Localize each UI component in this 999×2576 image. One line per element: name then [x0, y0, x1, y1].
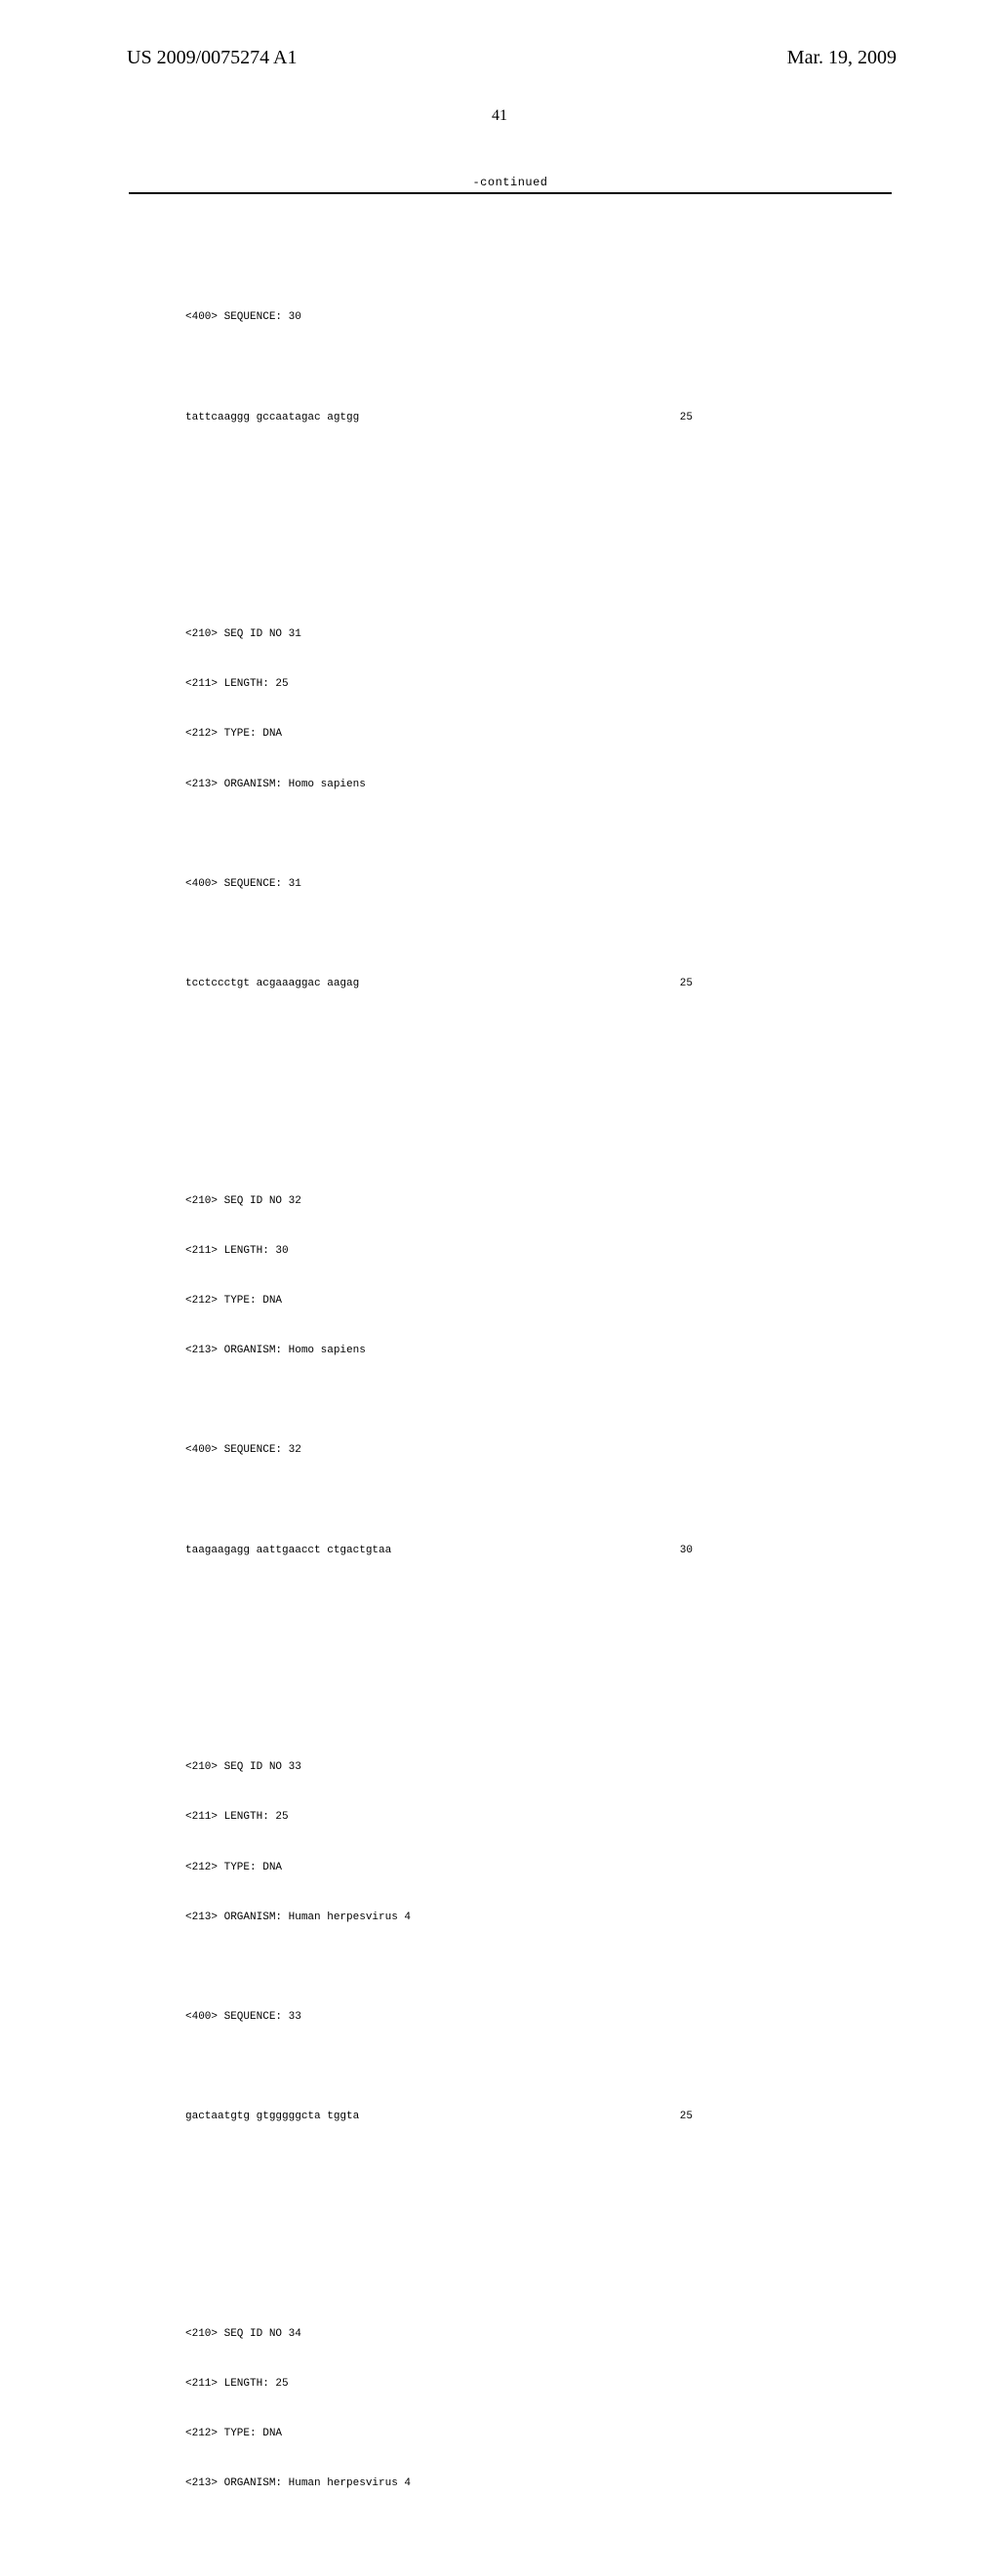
blank-line [185, 1710, 810, 1726]
sequence-block: <400> SEQUENCE: 30 tattcaaggg gccaatagac… [185, 276, 810, 460]
publication-number: US 2009/0075274 A1 [127, 47, 297, 69]
sequence-meta-line: <212> TYPE: DNA [185, 1860, 810, 1876]
publication-date: Mar. 19, 2009 [787, 47, 897, 69]
sequence-row: tattcaaggg gccaatagac agtgg 25 [185, 410, 810, 426]
sequence-text: gactaatgtg gtgggggcta tggta [185, 2109, 359, 2125]
sequence-meta-line: <212> TYPE: DNA [185, 1293, 810, 1309]
page-header: US 2009/0075274 A1 Mar. 19, 2009 [0, 47, 999, 86]
sequence-meta-line: <213> ORGANISM: Homo sapiens [185, 1343, 810, 1359]
blank-line [185, 1493, 810, 1509]
sequence-row: tcctccctgt acgaaaggac aagag 25 [185, 976, 810, 992]
sequence-header-line: <400> SEQUENCE: 34 [185, 2575, 810, 2576]
sequence-text: tattcaaggg gccaatagac agtgg [185, 410, 359, 426]
page-number: 41 [0, 107, 999, 125]
sequence-header-line: <400> SEQUENCE: 30 [185, 309, 810, 326]
sequence-meta-line: <211> LENGTH: 30 [185, 1243, 810, 1260]
sequence-length: 25 [680, 410, 810, 426]
sequence-meta-line: <211> LENGTH: 25 [185, 1809, 810, 1826]
sequence-meta-line: <210> SEQ ID NO 31 [185, 626, 810, 643]
sequence-meta-line: <210> SEQ ID NO 33 [185, 1759, 810, 1776]
continued-label: -continued [129, 176, 892, 189]
blank-line [185, 577, 810, 593]
sequence-row: gactaatgtg gtgggggcta tggta 25 [185, 2109, 810, 2125]
sequence-listing: <400> SEQUENCE: 30 tattcaaggg gccaatagac… [185, 210, 810, 2576]
sequence-block: <210> SEQ ID NO 31 <211> LENGTH: 25 <212… [185, 543, 810, 1026]
sequence-meta-line: <212> TYPE: DNA [185, 726, 810, 743]
sequence-length: 25 [680, 2109, 810, 2125]
blank-line [185, 1392, 810, 1409]
sequence-text: taagaagagg aattgaacct ctgactgtaa [185, 1543, 391, 1559]
blank-line [185, 2276, 810, 2293]
sequence-text: tcctccctgt acgaaaggac aagag [185, 976, 359, 992]
sequence-meta-line: <210> SEQ ID NO 34 [185, 2326, 810, 2343]
sequence-meta-line: <211> LENGTH: 25 [185, 2376, 810, 2393]
sequence-length: 30 [680, 1543, 810, 1559]
blank-line [185, 1959, 810, 1976]
patent-page: US 2009/0075274 A1 Mar. 19, 2009 41 -con… [0, 0, 999, 1288]
sequence-meta-line: <212> TYPE: DNA [185, 2426, 810, 2442]
sequence-meta-line: <213> ORGANISM: Homo sapiens [185, 777, 810, 793]
sequence-length: 25 [680, 976, 810, 992]
sequence-header-line: <400> SEQUENCE: 31 [185, 876, 810, 893]
blank-line [185, 2059, 810, 2075]
blank-line [185, 926, 810, 943]
sequence-meta-line: <213> ORGANISM: Human herpesvirus 4 [185, 1910, 810, 1926]
sequence-block: <210> SEQ ID NO 34 <211> LENGTH: 25 <212… [185, 2243, 810, 2576]
rule-bottom [129, 193, 892, 194]
blank-line [185, 826, 810, 843]
sequence-meta-line: <210> SEQ ID NO 32 [185, 1193, 810, 1210]
sequence-meta-line: <213> ORGANISM: Human herpesvirus 4 [185, 2475, 810, 2492]
sequence-header-line: <400> SEQUENCE: 32 [185, 1442, 810, 1459]
sequence-meta-line: <211> LENGTH: 25 [185, 676, 810, 693]
sequence-header-line: <400> SEQUENCE: 33 [185, 2009, 810, 2026]
continued-section: -continued [129, 176, 892, 194]
sequence-block: <210> SEQ ID NO 33 <211> LENGTH: 25 <212… [185, 1676, 810, 2158]
blank-line [185, 359, 810, 376]
blank-line [185, 1144, 810, 1160]
blank-line [185, 2525, 810, 2542]
sequence-block: <210> SEQ ID NO 32 <211> LENGTH: 30 <212… [185, 1109, 810, 1591]
sequence-row: taagaagagg aattgaacct ctgactgtaa 30 [185, 1543, 810, 1559]
